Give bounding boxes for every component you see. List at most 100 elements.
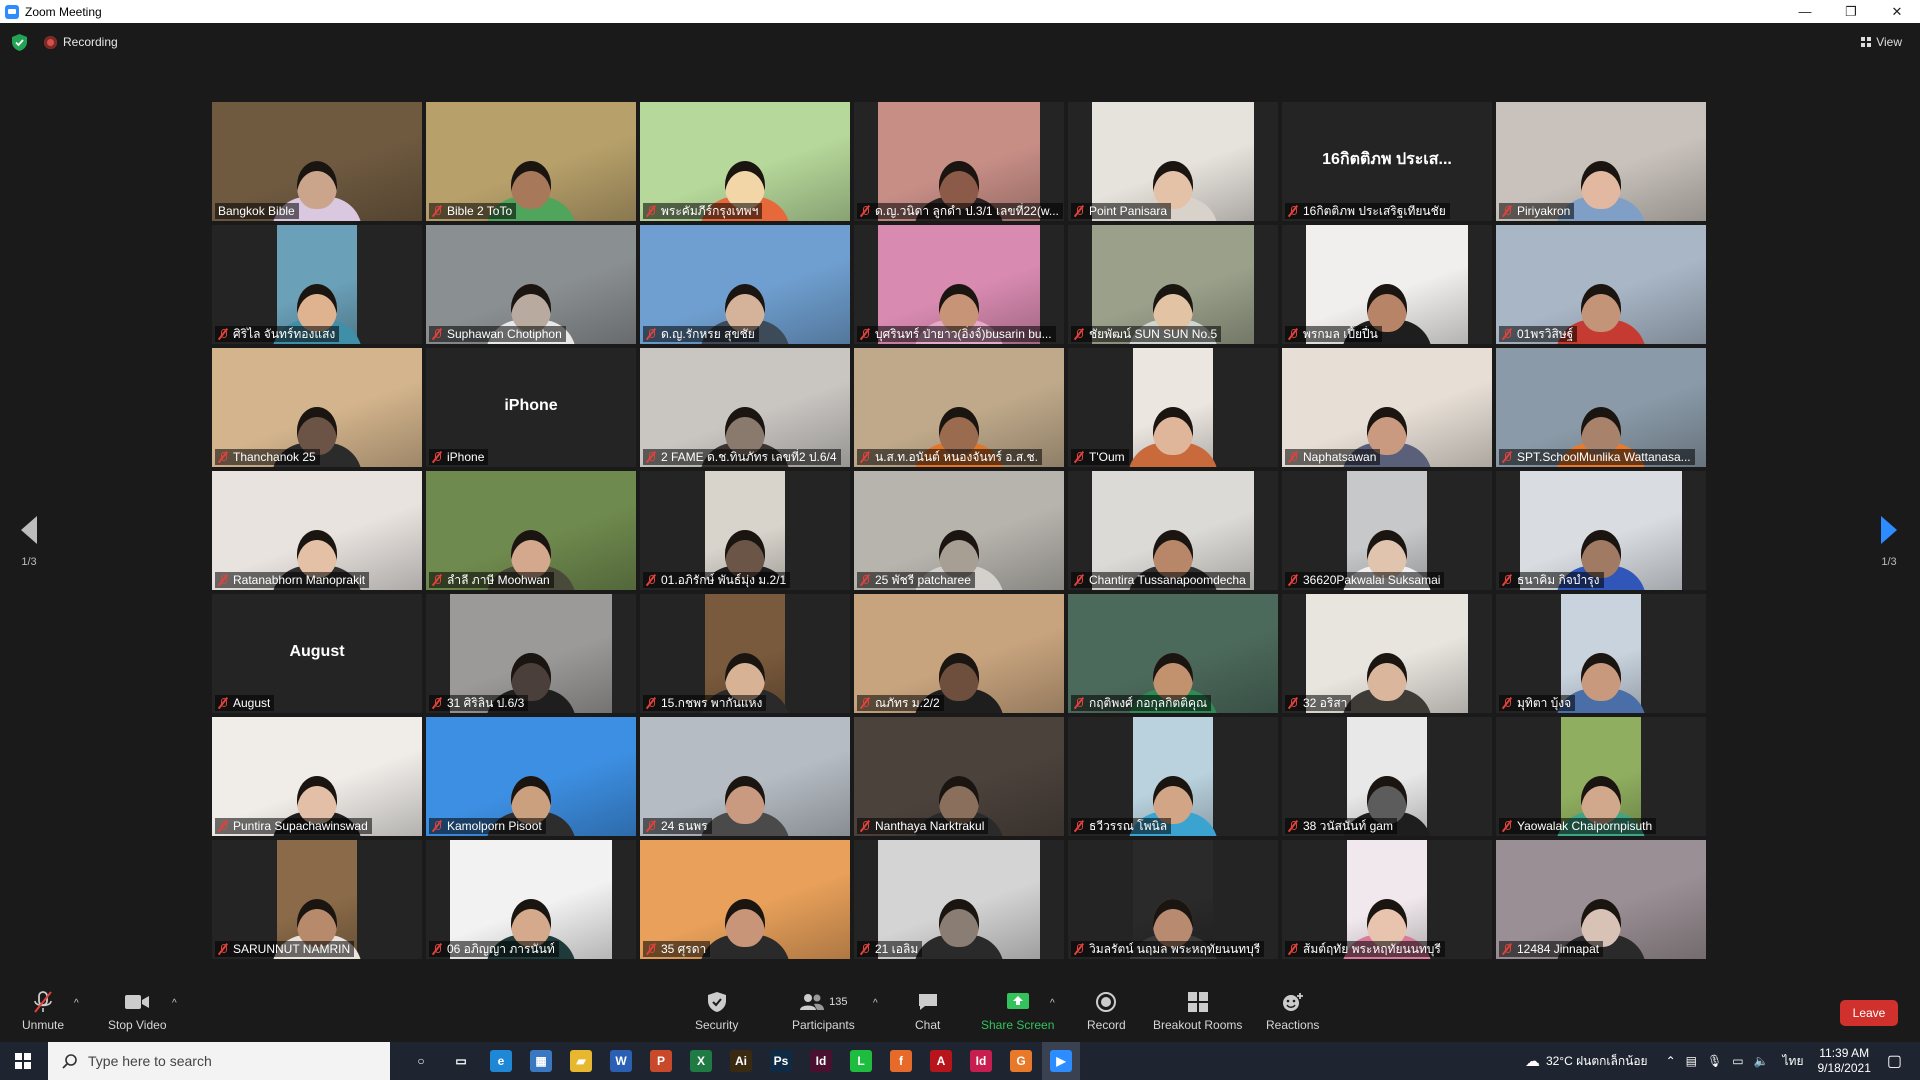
participant-tile[interactable]: ด.ญ.วนิดา ลูกดำ ป.3/1 เลขที่22(w... xyxy=(854,102,1064,221)
taskbar-app-excel[interactable]: X xyxy=(682,1042,720,1080)
participant-tile[interactable]: Thanchanok 25 xyxy=(212,348,422,467)
network-icon[interactable]: ▤ xyxy=(1686,1054,1697,1068)
participant-tile[interactable]: Bible 2 ToTo xyxy=(426,102,636,221)
participant-tile[interactable]: 16กิตติภพ ประเส... 16กิตติภพ ประเสริฐเทีย… xyxy=(1282,102,1492,221)
participant-tile[interactable]: Kamolporn Pisoot xyxy=(426,717,636,836)
participant-tile[interactable]: พรกมล เปี้ยปื่น xyxy=(1282,225,1492,344)
participant-tile[interactable]: Piriyakron xyxy=(1496,102,1706,221)
taskbar-search-box[interactable]: Type here to search xyxy=(48,1042,390,1080)
participant-tile[interactable]: วิมลรัตน์ นฤมล พระหฤทัยนนทบุรี xyxy=(1068,840,1278,959)
participant-tile[interactable]: 01พรวิสิษฐ์ xyxy=(1496,225,1706,344)
reactions-button[interactable]: Reactions xyxy=(1266,990,1319,1032)
participants-button[interactable]: 135 Participants xyxy=(792,990,855,1032)
taskbar-app-powerpoint[interactable]: P xyxy=(642,1042,680,1080)
participant-tile[interactable]: T'Oum xyxy=(1068,348,1278,467)
taskbar-app-word[interactable]: W xyxy=(602,1042,640,1080)
breakout-rooms-button[interactable]: Breakout Rooms xyxy=(1153,990,1242,1032)
share-screen-button[interactable]: Share Screen xyxy=(981,990,1054,1032)
participant-tile[interactable]: ลำลี ภาษี Moohwan xyxy=(426,471,636,590)
participant-tile[interactable]: พระคัมภีร์กรุงเทพฯ xyxy=(640,102,850,221)
participant-tile[interactable]: 24 ธนพร xyxy=(640,717,850,836)
participant-tile[interactable]: 35 ศุรดา xyxy=(640,840,850,959)
taskbar-app-photoshop[interactable]: Ps xyxy=(762,1042,800,1080)
participant-tile[interactable]: 25 พัชรี patcharee xyxy=(854,471,1064,590)
windows-start-button[interactable] xyxy=(0,1042,46,1080)
participant-tile[interactable]: ธนาคิม กิจบำรุง xyxy=(1496,471,1706,590)
participant-tile[interactable]: ด.ญ.รักหรย สุขชัย xyxy=(640,225,850,344)
participant-tile[interactable]: บุศรินทร์ ป่ายาว(อิ่งจ์)busarin bu... xyxy=(854,225,1064,344)
taskbar-app-indesign[interactable]: Id xyxy=(802,1042,840,1080)
participant-tile[interactable]: 36620Pakwalai Suksamai xyxy=(1282,471,1492,590)
participant-tile[interactable]: กฤติพงศ์ กอกุลกิตติคุณ xyxy=(1068,594,1278,713)
participant-tile[interactable]: Ratanabhorn Manoprakit xyxy=(212,471,422,590)
minimize-button[interactable]: — xyxy=(1782,0,1828,23)
taskbar-app-file-explorer[interactable]: ▰ xyxy=(562,1042,600,1080)
previous-page-button[interactable]: 1/3 xyxy=(14,516,44,568)
participant-tile[interactable]: ณภัทร ม.2/2 xyxy=(854,594,1064,713)
participant-tile[interactable]: ส้มต์ฤทัย พระหฤทัยนนทบุรี xyxy=(1282,840,1492,959)
taskbar-app-task-view[interactable]: ▭ xyxy=(442,1042,480,1080)
participant-tile[interactable]: August August xyxy=(212,594,422,713)
leave-button[interactable]: Leave xyxy=(1840,1000,1898,1026)
participant-tile[interactable]: Nanthaya Narktrakul xyxy=(854,717,1064,836)
taskbar-app-cortana-circle[interactable]: ○ xyxy=(402,1042,440,1080)
participant-tile[interactable]: 12484 Jinnapat xyxy=(1496,840,1706,959)
participant-name: Point Panisara xyxy=(1089,204,1168,218)
record-button[interactable]: Record xyxy=(1087,990,1126,1032)
taskbar-app-illustrator[interactable]: Ai xyxy=(722,1042,760,1080)
participant-tile[interactable]: SPT.SchoolMunlika Wattanasa... xyxy=(1496,348,1706,467)
participant-tile[interactable]: Puntira Supachawinswad xyxy=(212,717,422,836)
participant-tile[interactable]: 31 ศิริลิน ป.6/3 xyxy=(426,594,636,713)
participant-tile[interactable]: Yaowalak Chaipornpisuth xyxy=(1496,717,1706,836)
view-button[interactable]: View xyxy=(1861,35,1902,49)
notifications-icon[interactable]: ▢ xyxy=(1887,1051,1902,1071)
chat-button[interactable]: Chat xyxy=(915,990,940,1032)
participant-tile[interactable]: 01.อภิรักษ์ พันธ์มุ่ง ม.2/1 xyxy=(640,471,850,590)
participant-tile[interactable]: Suphawan Chotiphon xyxy=(426,225,636,344)
taskbar-app-edge[interactable]: e xyxy=(482,1042,520,1080)
taskbar-app-acrobat[interactable]: A xyxy=(922,1042,960,1080)
restore-button[interactable]: ❐ xyxy=(1828,0,1874,23)
participant-tile[interactable]: Point Panisara xyxy=(1068,102,1278,221)
participant-tile[interactable]: Bangkok Bible xyxy=(212,102,422,221)
participant-tile[interactable]: 2 FAME ด.ช.ทินภัทร เลขที่2 ป.6/4 xyxy=(640,348,850,467)
weather-text[interactable]: 32°C ฝนตกเล็กน้อย xyxy=(1546,1052,1648,1071)
taskbar-app-firefox[interactable]: f xyxy=(882,1042,920,1080)
participant-tile[interactable]: 21 เอลิม xyxy=(854,840,1064,959)
next-page-button[interactable]: 1/3 xyxy=(1874,516,1904,568)
taskbar-app-zoom[interactable]: ▶ xyxy=(1042,1042,1080,1080)
participant-tile[interactable]: น.ส.ท.อนันต์ หนองจันทร์ อ.ส.ช. xyxy=(854,348,1064,467)
participant-tile[interactable]: ชัยพัฒน์ SUN SUN No.5 xyxy=(1068,225,1278,344)
volume-icon[interactable]: 🔈 xyxy=(1754,1054,1769,1068)
video-options-caret-icon[interactable]: ^ xyxy=(172,998,177,1009)
taskbar-app-calculator[interactable]: ▦ xyxy=(522,1042,560,1080)
participant-tile[interactable]: ศิริไล จันทร์ทองแสง xyxy=(212,225,422,344)
unmute-button[interactable]: Unmute xyxy=(22,990,64,1032)
participant-tile[interactable]: 06 อภิญญา ภารนันท์ xyxy=(426,840,636,959)
participant-tile[interactable]: 15.กชพร พากันแหง xyxy=(640,594,850,713)
stop-video-button[interactable]: Stop Video xyxy=(108,990,167,1032)
participant-tile[interactable]: มุทิตา บุ้งจ xyxy=(1496,594,1706,713)
microphone-tray-icon[interactable]: 🎙 xyxy=(1707,1054,1722,1068)
audio-options-caret-icon[interactable]: ^ xyxy=(74,998,79,1009)
participant-tile[interactable]: Chantira Tussanapoomdecha xyxy=(1068,471,1278,590)
share-options-caret-icon[interactable]: ^ xyxy=(1050,998,1055,1009)
taskbar-app-line[interactable]: L xyxy=(842,1042,880,1080)
close-button[interactable]: ✕ xyxy=(1874,0,1920,23)
monitor-tray-icon[interactable]: ▭ xyxy=(1732,1054,1743,1068)
participant-tile[interactable]: 32 อริสา xyxy=(1282,594,1492,713)
encryption-shield-icon[interactable] xyxy=(12,34,27,51)
participant-tile[interactable]: iPhone iPhone xyxy=(426,348,636,467)
participants-caret-icon[interactable]: ^ xyxy=(873,998,878,1009)
input-language[interactable]: ไทย xyxy=(1783,1052,1804,1071)
show-hidden-icons-icon[interactable]: ⌃ xyxy=(1666,1054,1676,1068)
participant-tile[interactable]: Naphatsawan xyxy=(1282,348,1492,467)
taskbar-app-grammarly[interactable]: G xyxy=(1002,1042,1040,1080)
security-button[interactable]: Security xyxy=(695,990,738,1032)
taskbar-app-indesign2[interactable]: Id xyxy=(962,1042,1000,1080)
clock[interactable]: 11:39 AM 9/18/2021 xyxy=(1817,1046,1870,1076)
participant-tile[interactable]: 38 วนัสนันท์ gam xyxy=(1282,717,1492,836)
recording-indicator[interactable]: Recording xyxy=(44,35,118,49)
participant-tile[interactable]: SARUNNUT NAMRIN xyxy=(212,840,422,959)
participant-tile[interactable]: ธวีวรรณ โพนิล xyxy=(1068,717,1278,836)
